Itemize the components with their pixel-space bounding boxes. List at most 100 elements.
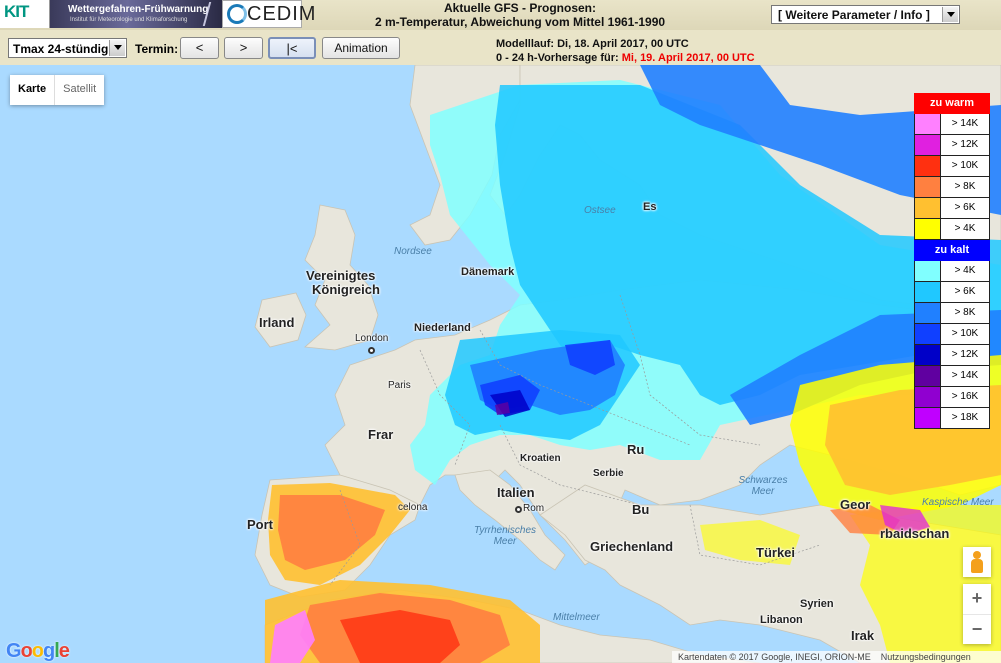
label-ireland: Irland (259, 315, 295, 330)
legend-swatch (915, 156, 941, 176)
city-dot-rome (515, 506, 522, 513)
map-canvas[interactable]: Karte Satellit Vereinigtes Königreich Ir… (0, 65, 1001, 663)
pegman-head (973, 551, 981, 559)
legend-row: > 8K (914, 177, 990, 198)
map-attribution: Kartendaten © 2017 Google, INEGI, ORION-… (672, 651, 1001, 663)
banner-title: Wettergefahren-Frühwarnung (68, 4, 209, 15)
chevron-down-icon[interactable] (109, 40, 125, 56)
forecast-date: Mi, 19. April 2017, 00 UTC (621, 52, 755, 64)
legend-row: > 14K (914, 114, 990, 135)
legend-label: > 8K (954, 307, 976, 318)
zoom-out-button[interactable]: − (963, 614, 991, 644)
label-bulgaria: Bu (632, 502, 650, 517)
legend-swatch (915, 261, 941, 281)
label-turkey: Türkei (756, 545, 796, 560)
label-portugal: Port (247, 517, 273, 532)
parameter-select[interactable]: [ Weitere Parameter / Info ] (771, 5, 960, 24)
legend-label: > 4K (954, 265, 976, 276)
header-bar: KIT Wettergefahren-Frühwarnung Institut … (0, 0, 1001, 30)
app-window: KIT Wettergefahren-Frühwarnung Institut … (0, 0, 1001, 663)
legend-cold-rows: > 4K > 6K > 8K > 10K > 12K > 14K > 16K > 18K (914, 261, 990, 429)
label-azerbaijan: rbaidschan (880, 526, 950, 541)
attribution-text: Kartendaten © 2017 Google, INEGI, ORION-… (678, 652, 871, 662)
label-ostsee: Ostsee (584, 205, 616, 216)
label-schwarzes-meer: Schwarzes Meer (738, 475, 788, 497)
label-netherlands: Niederland (414, 322, 471, 334)
legend-label: > 12K (951, 349, 979, 360)
legend-cold-title: zu kalt (914, 240, 990, 261)
forecast-label: 0 - 24 h-Vorhersage für: (496, 52, 619, 64)
label-romania: Ru (627, 442, 645, 457)
label-rome: Rom (523, 503, 545, 514)
model-run-label: Modelllauf: Di, 18. April 2017, 00 UTC (496, 38, 689, 50)
legend-row: > 4K (914, 261, 990, 282)
label-tyrrhenisches-meer: Tyrrhenisches Meer (473, 525, 537, 547)
animation-button[interactable]: Animation (322, 37, 400, 59)
label-estonia: Es (643, 201, 657, 213)
legend-row: > 6K (914, 198, 990, 219)
legend-row: > 4K (914, 219, 990, 240)
label-barcelona: celona (398, 502, 428, 513)
legend-row: > 10K (914, 324, 990, 345)
cedim-logo[interactable]: CEDIM (222, 0, 315, 28)
legend-swatch (915, 135, 941, 155)
logo-strip: KIT Wettergefahren-Frühwarnung Institut … (0, 0, 315, 28)
kit-logo[interactable]: KIT (0, 0, 50, 28)
first-button[interactable]: |< (268, 37, 316, 59)
toolbar: Tmax 24-stündig Termin: < > |< Animation… (0, 30, 1001, 65)
terms-link[interactable]: Nutzungsbedingungen (881, 652, 971, 662)
cedim-ring-icon (227, 4, 247, 24)
legend-label: > 8K (954, 181, 976, 192)
city-dot-london (368, 347, 375, 354)
legend-swatch (915, 408, 941, 428)
legend-row: > 6K (914, 282, 990, 303)
legend-swatch (915, 366, 941, 386)
legend-label: > 14K (951, 118, 979, 129)
legend-swatch (915, 303, 941, 323)
legend-row: > 16K (914, 387, 990, 408)
mode-select[interactable]: Tmax 24-stündig (8, 38, 127, 58)
map-graphic (254, 65, 1001, 663)
label-kaspisches-meer: Kaspische Meer (922, 497, 994, 508)
title-line-1: Aktuelle GFS - Prognosen: (443, 1, 596, 15)
page-title: Aktuelle GFS - Prognosen: 2 m-Temperatur… (350, 1, 690, 29)
label-lebanon: Libanon (760, 614, 803, 626)
label-serbia: Serbie (593, 468, 624, 479)
pegman-body (971, 559, 983, 573)
legend-swatch (915, 219, 941, 239)
label-uk-2: Königreich (312, 282, 380, 297)
next-button[interactable]: > (224, 37, 263, 59)
color-legend: zu warm > 14K > 12K > 10K > 8K > 6K > 4K zu k… (914, 93, 990, 429)
label-denmark: Dänemark (461, 266, 515, 278)
google-logo[interactable]: Google (6, 640, 70, 663)
label-uk: Vereinigtes (306, 268, 376, 283)
map-type-control: Karte Satellit (10, 75, 105, 105)
street-view-pegman-icon[interactable] (963, 547, 991, 577)
map-type-satellite-button[interactable]: Satellit (54, 75, 104, 105)
legend-row: > 12K (914, 345, 990, 366)
label-nordsee: Nordsee (394, 246, 432, 257)
warning-banner[interactable]: Wettergefahren-Frühwarnung Institut für … (50, 0, 222, 28)
legend-label: > 4K (954, 223, 976, 234)
legend-label: > 12K (951, 139, 979, 150)
legend-warm-title: zu warm (914, 93, 990, 114)
previous-button[interactable]: < (180, 37, 219, 59)
chevron-down-icon[interactable] (942, 7, 958, 22)
label-paris: Paris (388, 380, 411, 391)
label-croatia: Kroatien (520, 453, 561, 464)
label-georgia: Geor (840, 497, 871, 512)
legend-swatch (915, 387, 941, 407)
cedim-logo-text: CEDIM (247, 3, 317, 25)
legend-swatch (915, 345, 941, 365)
legend-label: > 6K (954, 286, 976, 297)
legend-label: > 10K (951, 328, 979, 339)
legend-swatch (915, 114, 941, 134)
legend-swatch (915, 282, 941, 302)
legend-row: > 14K (914, 366, 990, 387)
zoom-in-button[interactable]: + (963, 584, 991, 614)
legend-swatch (915, 198, 941, 218)
mode-select-value: Tmax 24-stündig (13, 42, 109, 56)
forecast-line: 0 - 24 h-Vorhersage für: Mi, 19. April 2… (496, 51, 755, 65)
label-mittelmeer: Mittelmeer (553, 612, 600, 623)
map-type-map-button[interactable]: Karte (10, 75, 54, 105)
